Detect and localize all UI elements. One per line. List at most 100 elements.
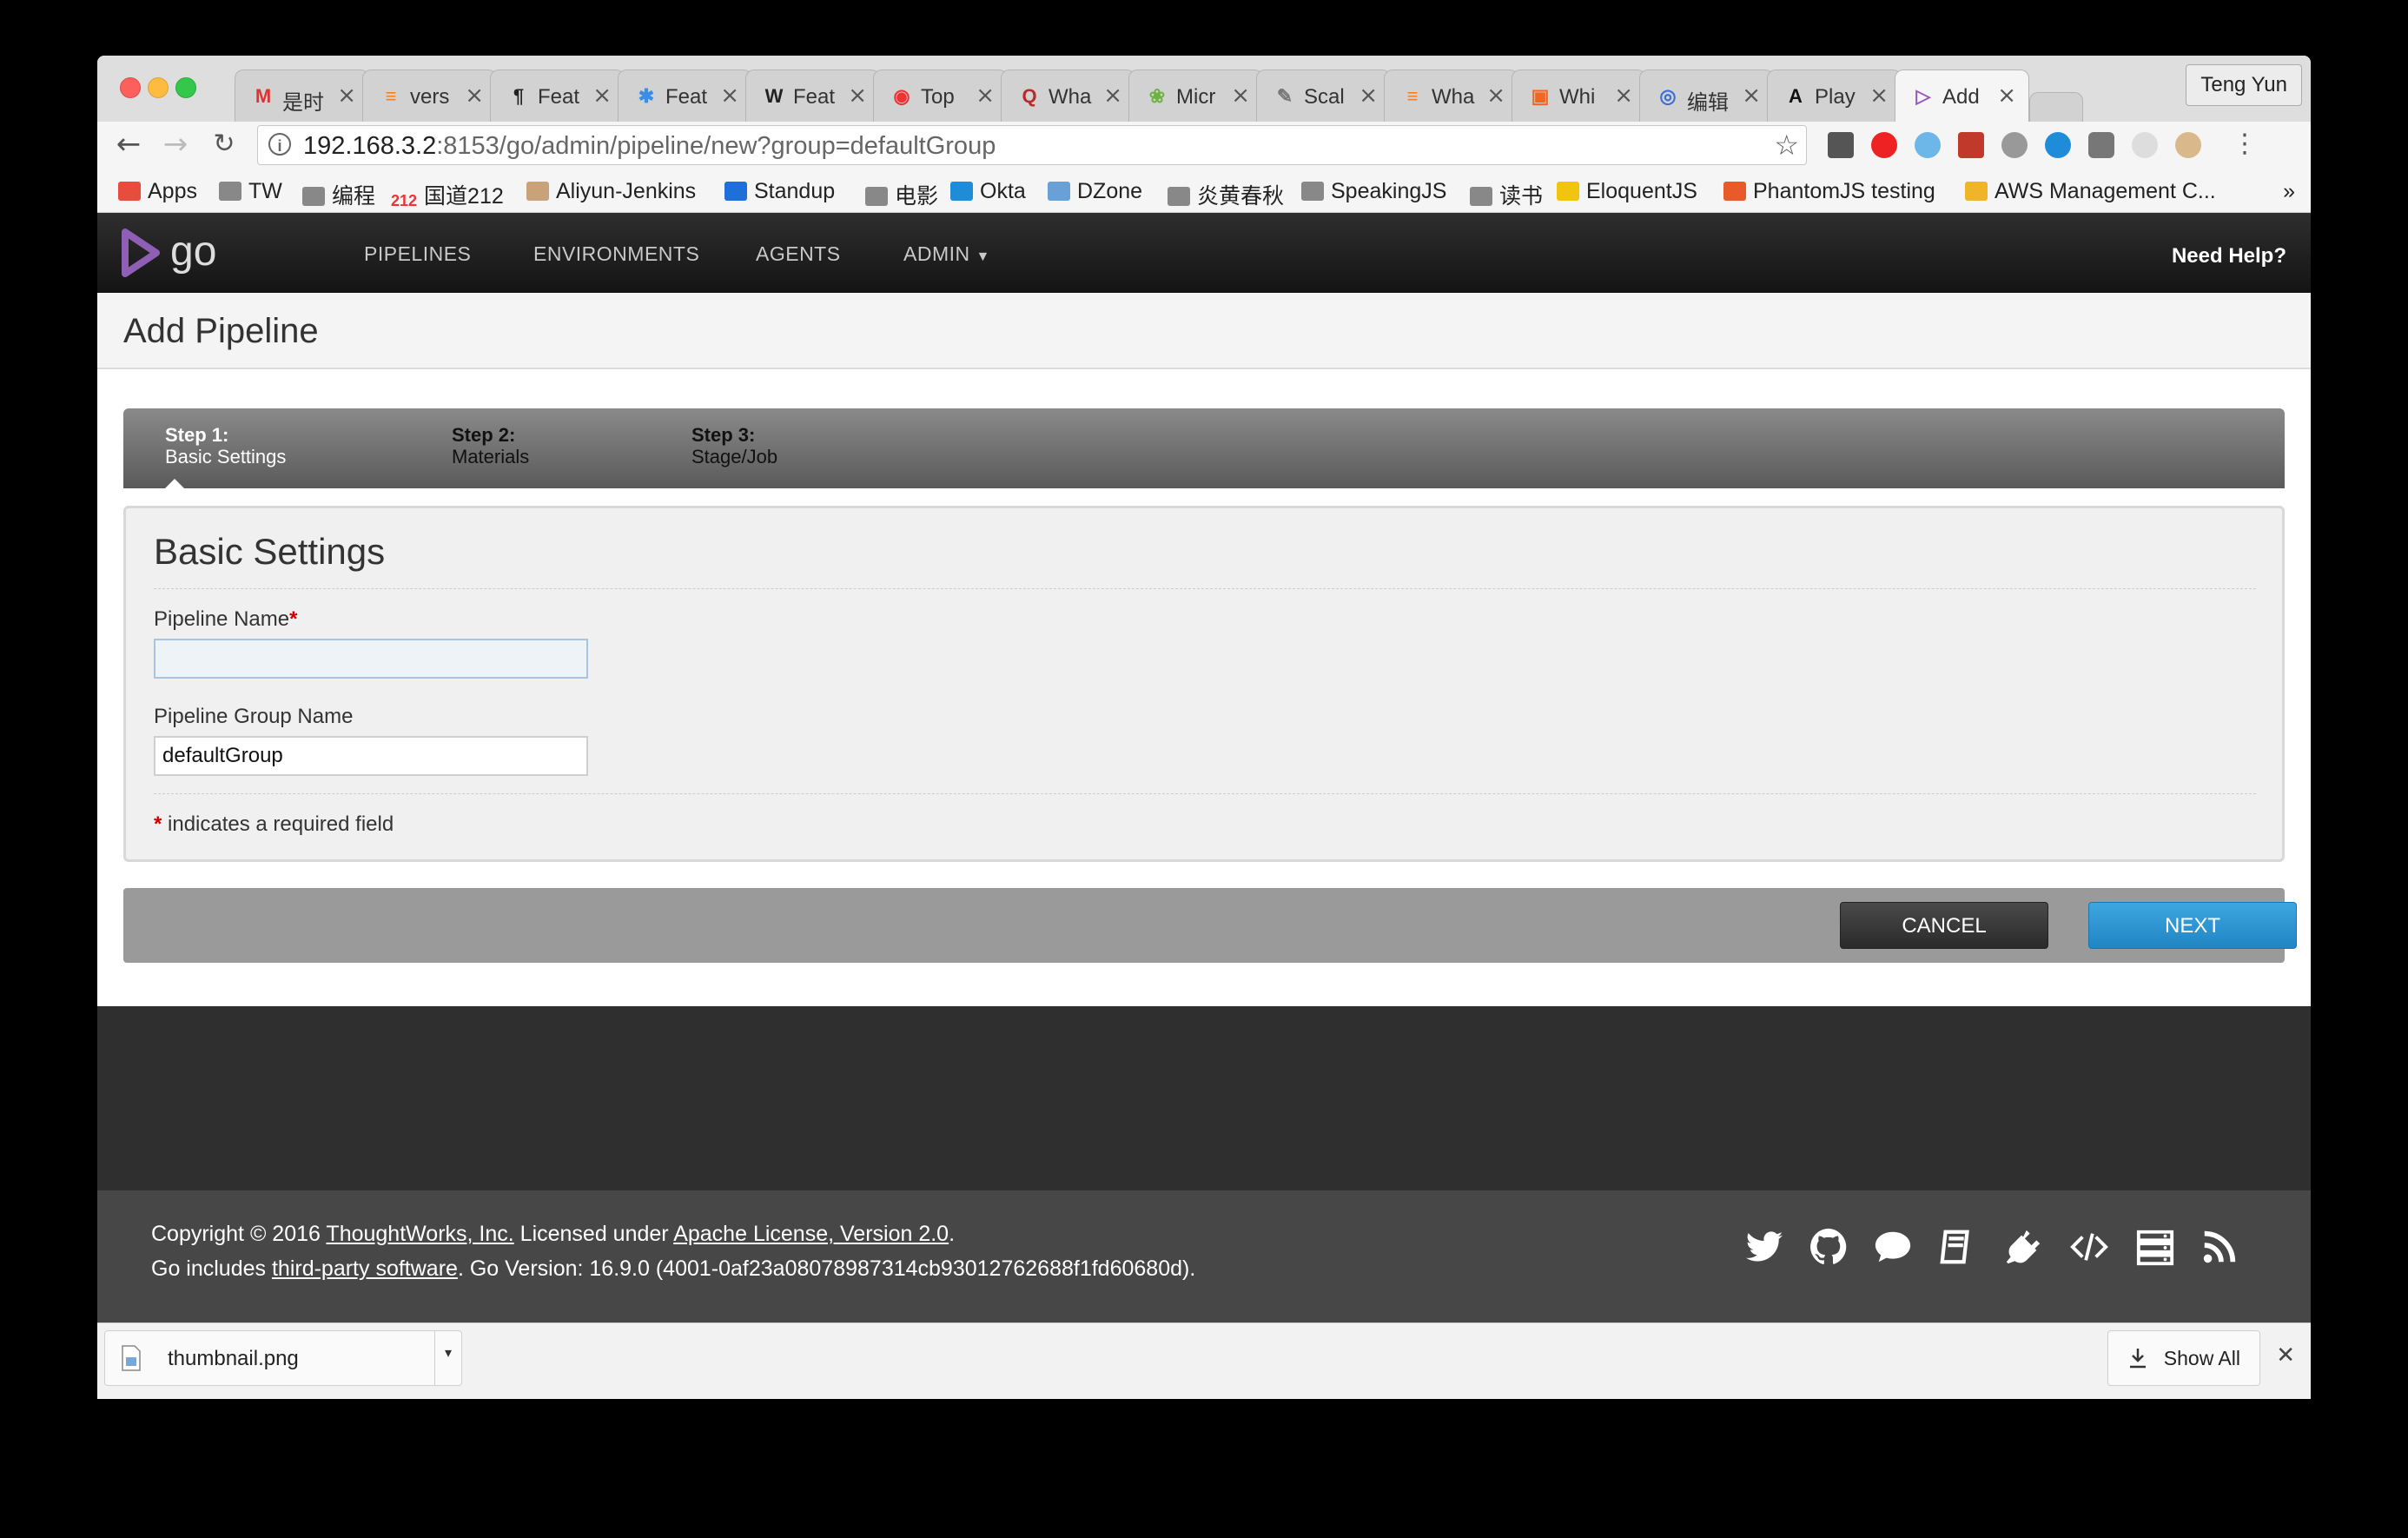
chat-icon[interactable]: [1873, 1227, 1913, 1267]
show-all-button[interactable]: Show All: [2107, 1330, 2260, 1386]
tab[interactable]: ▣ Whi ×: [1512, 70, 1646, 122]
nav-admin[interactable]: ADMIN ▼: [903, 242, 990, 266]
close-tab-icon[interactable]: ×: [720, 83, 739, 109]
tab[interactable]: A Play ×: [1767, 70, 1902, 122]
site-info-icon[interactable]: i: [268, 133, 291, 156]
close-download-bar-icon[interactable]: ✕: [2276, 1342, 2295, 1369]
tab[interactable]: Q Wha ×: [1001, 70, 1135, 122]
download-menu-chevron-icon[interactable]: ▾: [434, 1331, 461, 1385]
github-icon[interactable]: [1809, 1227, 1849, 1267]
bookmark-item[interactable]: 212 国道212: [391, 179, 504, 211]
step-materials[interactable]: Step 2: Materials: [452, 424, 529, 467]
url-text[interactable]: 192.168.3.2:8153/go/admin/pipeline/new?g…: [303, 132, 996, 161]
close-tab-icon[interactable]: ×: [1742, 83, 1761, 109]
bookmark-item[interactable]: DZone: [1048, 179, 1142, 204]
bookmark-item[interactable]: 编程: [302, 179, 375, 210]
code-icon[interactable]: [2069, 1227, 2109, 1267]
bookmark-item[interactable]: AWS Management C...: [1965, 179, 2216, 204]
close-tab-icon[interactable]: ×: [1359, 83, 1378, 109]
bookmark-icon: [219, 182, 241, 201]
bookmark-item[interactable]: 炎黄春秋: [1168, 179, 1284, 210]
browser-window: M 是时 × ≡ vers × ¶ Feat × ✱ Feat × W Feat × ◉ Top × Q Wha × ❀ M…: [97, 56, 2311, 1399]
close-tab-icon[interactable]: ×: [1103, 83, 1122, 109]
nav-environments[interactable]: ENVIRONMENTS: [533, 242, 699, 266]
tab[interactable]: ≡ vers ×: [362, 70, 497, 122]
bookmark-item[interactable]: 电影: [865, 179, 938, 210]
address-bar[interactable]: i 192.168.3.2:8153/go/admin/pipeline/new…: [257, 125, 1807, 165]
tab-label: 编辑: [1687, 91, 1729, 115]
sync-extension-icon[interactable]: [2132, 132, 2158, 158]
bookmark-item[interactable]: Standup: [724, 179, 835, 204]
bookmark-star-icon[interactable]: ☆: [1774, 129, 1799, 162]
twitter-extension-icon[interactable]: [1915, 132, 1941, 158]
need-help-link[interactable]: Need Help?: [2172, 244, 2286, 268]
tab[interactable]: ◎ 编辑 ×: [1639, 70, 1774, 122]
tab[interactable]: ❀ Micr ×: [1128, 70, 1263, 122]
bookmark-item[interactable]: Okta: [950, 179, 1026, 204]
rss-icon[interactable]: [2200, 1227, 2239, 1267]
thoughtworks-link[interactable]: ThoughtWorks, Inc.: [326, 1222, 513, 1246]
profile-button[interactable]: Teng Yun: [2186, 64, 2302, 106]
bookmark-item[interactable]: SpeakingJS: [1301, 179, 1446, 204]
cancel-button[interactable]: CANCEL: [1840, 902, 2048, 949]
close-tab-icon[interactable]: ×: [592, 83, 612, 109]
next-button[interactable]: NEXT: [2088, 902, 2297, 949]
bookmark-item[interactable]: PhantomJS testing: [1723, 179, 1935, 204]
close-tab-icon[interactable]: ×: [1486, 83, 1505, 109]
menu-icon[interactable]: ⋮: [2227, 127, 2262, 162]
user-extension-icon[interactable]: [2175, 132, 2201, 158]
stackoverflow-icon: ≡: [1406, 85, 1419, 107]
bookmark-item[interactable]: Apps: [118, 179, 197, 204]
back-icon[interactable]: ←: [111, 127, 146, 162]
third-party-link[interactable]: third-party software: [272, 1256, 458, 1281]
tab[interactable]: ≡ Wha ×: [1384, 70, 1518, 122]
close-tab-icon[interactable]: ×: [1231, 83, 1250, 109]
book-extension-icon[interactable]: [1958, 132, 1984, 158]
license-link[interactable]: Apache License, Version 2.0: [673, 1222, 949, 1246]
plugin-icon[interactable]: [2003, 1227, 2043, 1267]
nav-agents[interactable]: AGENTS: [756, 242, 841, 266]
go-logo[interactable]: go: [122, 229, 243, 282]
settings-extension-icon[interactable]: [2001, 132, 2028, 158]
download-item[interactable]: thumbnail.png ▾: [104, 1330, 462, 1386]
tab[interactable]: ▷ Add ×: [1895, 70, 2029, 122]
pipeline-group-name-input[interactable]: [154, 736, 588, 776]
close-tab-icon[interactable]: ×: [337, 83, 356, 109]
bookmarks-more-icon[interactable]: »: [2283, 179, 2295, 204]
twitter-icon[interactable]: [1744, 1227, 1784, 1267]
angular-extension-icon[interactable]: [2088, 132, 2114, 158]
bookmark-item[interactable]: 读书: [1470, 179, 1543, 210]
bookmark-item[interactable]: Aliyun-Jenkins: [526, 179, 696, 204]
tab[interactable]: ◉ Top ×: [873, 70, 1008, 122]
pipeline-name-input[interactable]: [154, 639, 588, 679]
close-window-button[interactable]: [120, 77, 141, 98]
minimize-window-button[interactable]: [148, 77, 169, 98]
close-tab-icon[interactable]: ×: [465, 83, 484, 109]
reload-icon[interactable]: ↻: [207, 127, 241, 162]
book-icon[interactable]: [1937, 1227, 1977, 1267]
scala-icon: ✎: [1276, 85, 1293, 107]
tab[interactable]: ✎ Scal ×: [1256, 70, 1391, 122]
tab[interactable]: ✱ Feat ×: [618, 70, 752, 122]
tab[interactable]: ¶ Feat ×: [490, 70, 625, 122]
bookmark-item[interactable]: TW: [219, 179, 282, 204]
close-tab-icon[interactable]: ×: [976, 83, 995, 109]
close-tab-icon[interactable]: ×: [1869, 83, 1889, 109]
step-basic-settings[interactable]: Step 1: Basic Settings: [165, 424, 286, 467]
close-tab-icon[interactable]: ×: [1997, 83, 2016, 109]
new-tab-button[interactable]: [2029, 92, 2083, 122]
close-tab-icon[interactable]: ×: [848, 83, 867, 109]
tab-label: vers: [410, 85, 450, 109]
evernote-extension-icon[interactable]: [1828, 132, 1854, 158]
server-icon[interactable]: [2135, 1227, 2175, 1267]
forward-icon[interactable]: →: [158, 127, 193, 162]
tab[interactable]: W Feat ×: [745, 70, 880, 122]
nav-pipelines[interactable]: PIPELINES: [364, 242, 471, 266]
bookmark-item[interactable]: EloquentJS: [1557, 179, 1697, 204]
close-tab-icon[interactable]: ×: [1614, 83, 1633, 109]
step-stage-job[interactable]: Step 3: Stage/Job: [691, 424, 777, 467]
tab[interactable]: M 是时 ×: [235, 70, 369, 122]
circle-extension-icon[interactable]: [2045, 132, 2071, 158]
opera-extension-icon[interactable]: [1871, 132, 1897, 158]
zoom-window-button[interactable]: [175, 77, 196, 98]
